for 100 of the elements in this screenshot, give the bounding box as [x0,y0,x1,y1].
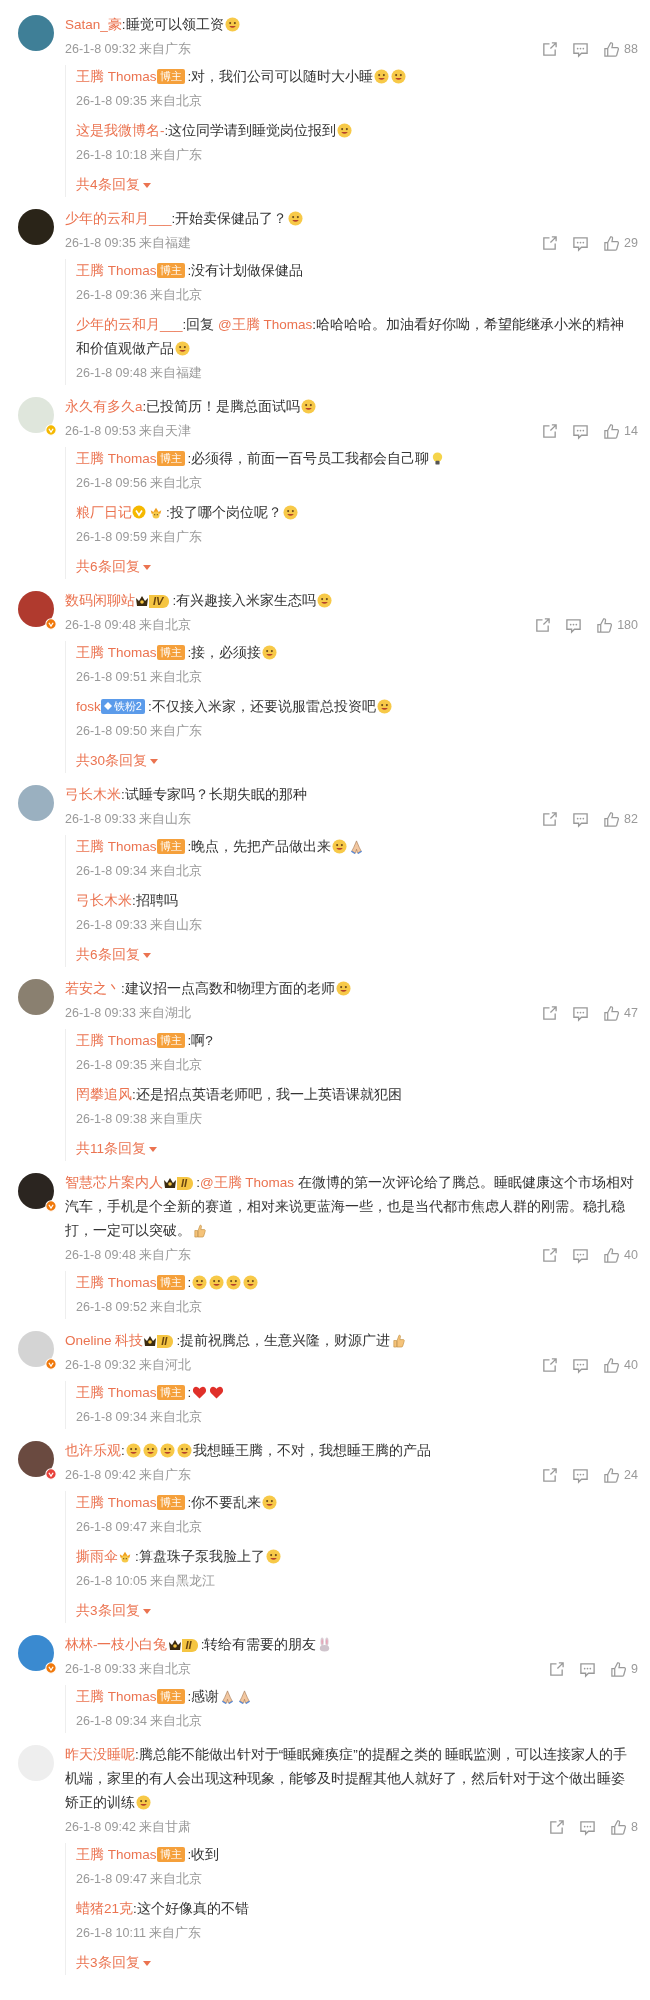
username-link[interactable]: 少年的云和月___ [65,211,172,226]
username-link[interactable]: 少年的云和月___ [76,317,183,332]
username-link[interactable]: 撕雨伞 [76,1549,118,1564]
like-button[interactable]: 40 [603,1246,638,1264]
user-avatar[interactable] [18,209,54,245]
username-link[interactable]: 弓长木米 [65,787,121,802]
user-avatar[interactable] [18,1441,54,1477]
more-replies-link[interactable]: 共30条回复 [76,749,159,773]
share-button[interactable] [541,40,559,58]
author-badge: 博主 [156,1033,185,1048]
like-button[interactable]: 8 [610,1818,638,1836]
user-avatar[interactable] [18,1173,54,1209]
username-link[interactable]: Satan_豪 [65,17,122,32]
comment-button[interactable] [579,1660,597,1678]
reply-time-location: 26-1-8 09:52 来自北京 [76,1299,204,1316]
more-replies-link[interactable]: 共6条回复 [76,943,151,967]
smiley-face-icon [376,699,392,714]
like-button[interactable]: 24 [603,1466,638,1484]
author-badge: 博主 [156,1385,185,1400]
username-link[interactable]: 王腾 Thomas [76,839,157,854]
comment-button[interactable] [572,810,590,828]
thumbs-up-icon [603,422,621,440]
comment-button[interactable] [572,422,590,440]
share-button[interactable] [541,1356,559,1374]
username-link[interactable]: 王腾 Thomas [76,263,157,278]
smiley-face-icon [142,1443,158,1458]
username-link[interactable]: 王腾 Thomas [76,1275,157,1290]
share-button[interactable] [541,1004,559,1022]
username-link[interactable]: 王腾 Thomas [76,1847,157,1862]
username-link[interactable]: 永久有多久a [65,399,143,414]
smiley-face-icon [337,123,353,138]
username-link[interactable]: 王腾 Thomas [76,1385,157,1400]
reply-text: 王腾 Thomas 博主 :感谢 [76,1685,254,1709]
comment-button[interactable] [565,616,583,634]
share-icon [534,616,552,634]
comment-time-location: 26-1-8 09:35 来自福建 [65,235,192,252]
username-link[interactable]: 王腾 Thomas [76,645,157,660]
username-link[interactable]: 罔攀追风 [76,1087,132,1102]
comment-button[interactable] [572,1466,590,1484]
username-link[interactable]: 数码闲聊站 [65,593,135,608]
share-button[interactable] [541,1466,559,1484]
thumbs-up-icon [603,810,621,828]
more-replies-link[interactable]: 共6条回复 [76,555,151,579]
comment-button[interactable] [572,1004,590,1022]
reply-time-location: 26-1-8 09:34 来自北京 [76,1409,204,1426]
more-replies-link[interactable]: 共3条回复 [76,1951,151,1975]
comment-time-location: 26-1-8 09:33 来自山东 [65,811,192,828]
share-button[interactable] [541,422,559,440]
more-replies-link[interactable]: 共3条回复 [76,1599,151,1623]
comment-icon [572,810,590,828]
reply-time-location: 26-1-8 09:56 来自北京 [76,475,204,492]
share-icon [541,40,559,58]
username-link[interactable]: 林林-一枝小白兔 [65,1637,168,1652]
like-button[interactable]: 9 [610,1660,638,1678]
username-link[interactable]: 若安之丶 [65,981,121,996]
username-link[interactable]: 也许乐观 [65,1443,121,1458]
like-button[interactable]: 40 [603,1356,638,1374]
share-button[interactable] [534,616,552,634]
comment-text: 少年的云和月___:开始卖保健品了？ [65,207,638,231]
like-button[interactable]: 29 [603,234,638,252]
more-replies-link[interactable]: 共11条回复 [76,1137,157,1161]
username-link[interactable]: 弓长木米 [76,893,132,908]
smiley-face-icon [332,839,348,854]
username-link[interactable]: 王腾 Thomas [76,1495,157,1510]
username-link[interactable]: Oneline 科技 [65,1333,144,1348]
username-link[interactable]: 这是我微博名- [76,123,165,138]
smiley-face-icon [192,1275,208,1290]
username-link[interactable]: 王腾 Thomas [76,451,157,466]
mention-link[interactable]: @王腾 Thomas [199,1175,295,1190]
username-link[interactable]: 王腾 Thomas [76,69,157,84]
share-button[interactable] [541,234,559,252]
more-replies-link[interactable]: 共4条回复 [76,173,151,197]
share-button[interactable] [548,1660,566,1678]
username-link[interactable]: 智慧芯片案内人 [65,1175,163,1190]
like-button[interactable]: 82 [603,810,638,828]
like-button[interactable]: 14 [603,422,638,440]
share-icon [541,810,559,828]
like-button[interactable]: 180 [596,616,638,634]
caret-icon [142,1960,151,1966]
username-link[interactable]: fosk [76,699,101,714]
comment-button[interactable] [579,1818,597,1836]
like-button[interactable]: 47 [603,1004,638,1022]
username-link[interactable]: 昨天没睡呢 [65,1747,135,1762]
user-avatar[interactable] [18,591,54,627]
username-link[interactable]: 粮厂日记 [76,505,132,520]
share-button[interactable] [548,1818,566,1836]
comment-icon [579,1660,597,1678]
username-link[interactable]: 蜡猪21克 [76,1901,134,1916]
username-link[interactable]: 王腾 Thomas [76,1689,157,1704]
comment-button[interactable] [572,40,590,58]
share-button[interactable] [541,1246,559,1264]
comment-button[interactable] [572,1356,590,1374]
reply-text: 罔攀追风:还是招点英语老师吧，我一上英语课就犯困 [76,1086,402,1104]
smiley-face-icon [175,341,190,356]
username-link[interactable]: 王腾 Thomas [76,1033,157,1048]
like-button[interactable]: 88 [603,40,638,58]
comment-button[interactable] [572,234,590,252]
comment-button[interactable] [572,1246,590,1264]
smiley-face-icon [262,1495,278,1510]
share-button[interactable] [541,810,559,828]
